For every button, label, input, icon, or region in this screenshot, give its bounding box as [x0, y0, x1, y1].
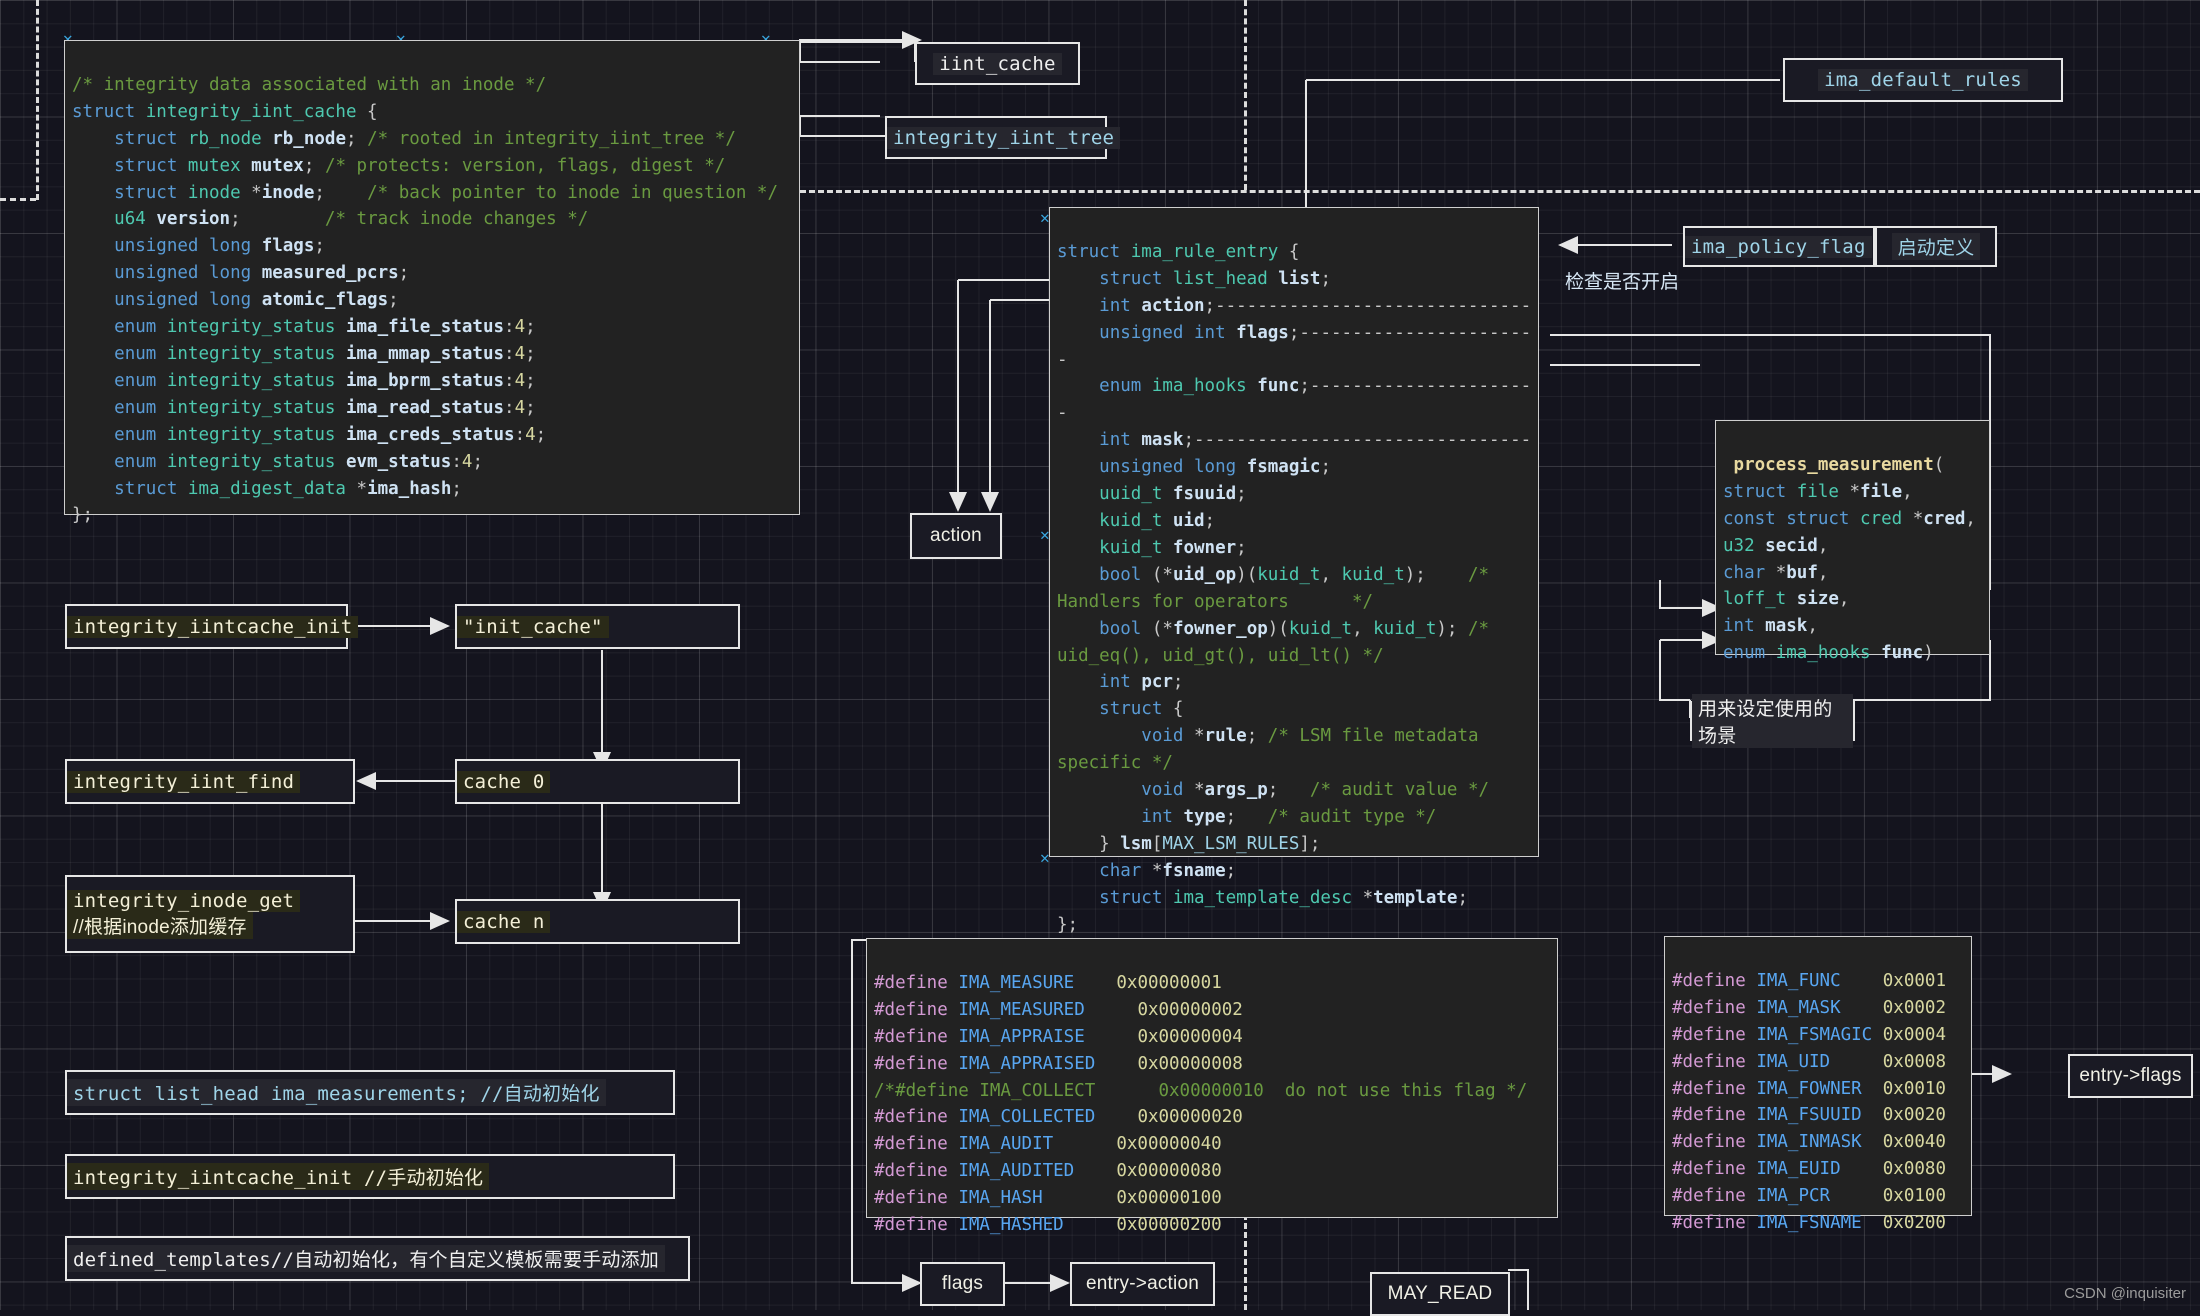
node-cache-n[interactable]: cache n: [455, 899, 740, 944]
code-block-process-measurement: process_measurement( struct file *file, …: [1715, 420, 1990, 655]
node-action-label: action: [924, 525, 988, 547]
node-integrity-inode-get-line1: integrity_inode_get: [67, 890, 300, 912]
node-defined-templates[interactable]: defined_templates//自动初始化，有个自定义模板需要手动添加: [65, 1236, 690, 1281]
node-integrity-inode-get-line2: //根据inode添加缓存: [67, 912, 253, 939]
node-iintcache-init-manual-label: integrity_iintcache_init //手动初始化: [67, 1163, 489, 1190]
dashed-divider-horizontal-left: [0, 198, 36, 201]
node-ima-measurements-label: struct list_head ima_measurements; //自动初…: [67, 1079, 606, 1106]
node-init-cache-literal[interactable]: "init_cache": [455, 604, 740, 649]
node-integrity-iintcache-init-label: integrity_iintcache_init: [67, 616, 358, 638]
code-block-ima-rule-entry: struct ima_rule_entry { struct list_head…: [1049, 207, 1539, 857]
node-scene-note[interactable]: 用来设定使用的场景: [1690, 701, 1855, 741]
node-flags[interactable]: flags: [920, 1262, 1005, 1306]
node-entry-action-label: entry->action: [1080, 1273, 1205, 1295]
code-block-ima-rule-defines: #define IMA_FUNC 0x0001 #define IMA_MASK…: [1664, 936, 1972, 1216]
node-cache-n-label: cache n: [457, 911, 550, 933]
node-integrity-iint-find[interactable]: integrity_iint_find: [65, 759, 355, 804]
node-ima-policy-flag-note[interactable]: 启动定义: [1875, 226, 1997, 267]
dashed-divider-vertical-bottom: [1244, 1205, 1247, 1310]
node-ima-default-rules-label: ima_default_rules: [1818, 69, 2028, 91]
node-ima-policy-flag-label: ima_policy_flag: [1685, 236, 1872, 258]
annotation-check-enabled: 检查是否开启: [1565, 267, 1679, 294]
node-iint-cache[interactable]: iint_cache: [915, 42, 1080, 85]
node-integrity-iintcache-init[interactable]: integrity_iintcache_init: [65, 604, 348, 649]
node-entry-flags[interactable]: entry->flags: [2068, 1054, 2193, 1098]
dashed-divider-vertical-left: [36, 0, 39, 200]
node-cache-0[interactable]: cache 0: [455, 759, 740, 804]
node-flags-label: flags: [936, 1273, 989, 1295]
dashed-divider-horizontal-mid: [800, 190, 2200, 193]
node-scene-note-label: 用来设定使用的场景: [1692, 694, 1853, 748]
node-may-read-label: MAY_READ: [1382, 1283, 1499, 1305]
node-ima-default-rules[interactable]: ima_default_rules: [1783, 58, 2063, 102]
node-entry-action[interactable]: entry->action: [1070, 1262, 1215, 1306]
node-action[interactable]: action: [910, 513, 1002, 559]
node-integrity-iint-tree[interactable]: integrity_iint_tree: [885, 116, 1107, 159]
node-integrity-inode-get[interactable]: integrity_inode_get //根据inode添加缓存: [65, 875, 355, 953]
watermark: CSDN @inquisiter: [2064, 1285, 2186, 1302]
node-iint-cache-label: iint_cache: [933, 53, 1061, 75]
node-ima-measurements[interactable]: struct list_head ima_measurements; //自动初…: [65, 1070, 675, 1115]
node-init-cache-literal-label: "init_cache": [457, 616, 609, 638]
dashed-divider-vertical-mid: [1244, 0, 1247, 190]
node-integrity-iint-tree-label: integrity_iint_tree: [887, 127, 1120, 149]
code-block-ima-flag-defines: #define IMA_MEASURE 0x00000001 #define I…: [866, 938, 1558, 1218]
node-entry-flags-label: entry->flags: [2073, 1065, 2187, 1087]
node-ima-policy-flag[interactable]: ima_policy_flag: [1683, 226, 1875, 267]
node-ima-policy-flag-note-label: 启动定义: [1892, 233, 1981, 260]
node-cache-0-label: cache 0: [457, 771, 550, 793]
node-defined-templates-label: defined_templates//自动初始化，有个自定义模板需要手动添加: [67, 1245, 665, 1272]
node-iintcache-init-manual[interactable]: integrity_iintcache_init //手动初始化: [65, 1154, 675, 1199]
code-block-integrity-iint-cache: /* integrity data associated with an ino…: [64, 40, 800, 515]
node-integrity-iint-find-label: integrity_iint_find: [67, 771, 300, 793]
node-may-read[interactable]: MAY_READ: [1370, 1272, 1510, 1316]
